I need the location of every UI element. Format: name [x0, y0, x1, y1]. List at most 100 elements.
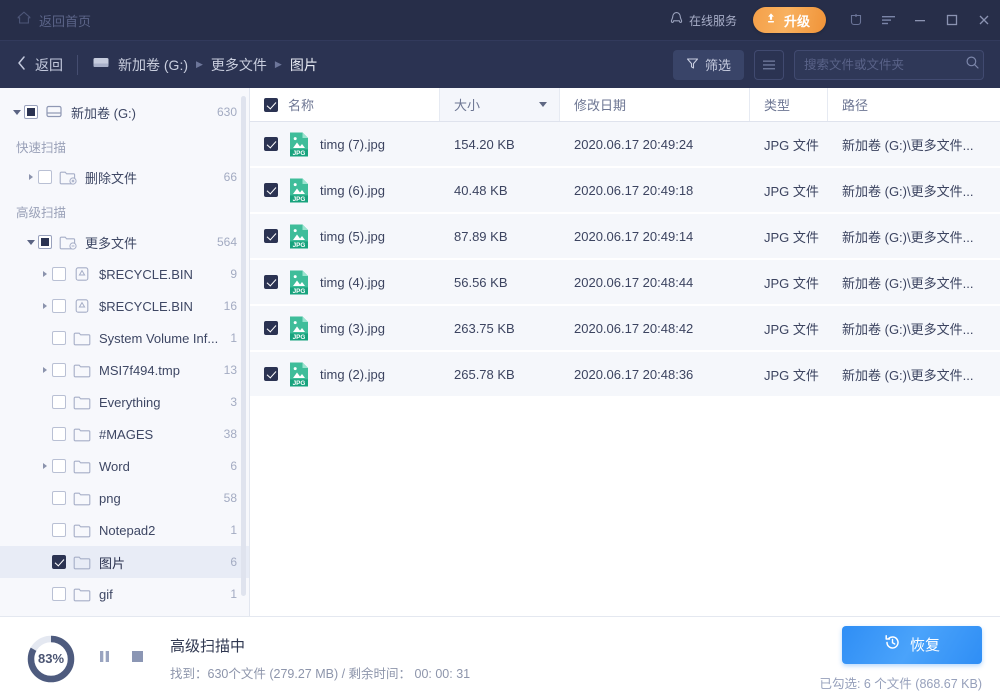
close-icon[interactable]: [968, 0, 1000, 40]
sidebar-item-word[interactable]: Word6: [0, 450, 249, 482]
cell-date: 2020.06.17 20:48:44: [560, 275, 750, 290]
row-checkbox[interactable]: [264, 275, 278, 289]
sidebar-item-recyclebin[interactable]: $RECYCLE.BIN16: [0, 290, 249, 322]
sidebar-item-图片[interactable]: 图片6: [0, 546, 249, 578]
stop-icon[interactable]: [131, 650, 144, 668]
menu-icon[interactable]: [872, 0, 904, 40]
row-checkbox[interactable]: [264, 183, 278, 197]
tree-checkbox[interactable]: [52, 267, 66, 281]
tree-toggle[interactable]: [38, 367, 52, 373]
app-window: 返回首页 在线服务 升级: [0, 0, 1000, 700]
cell-name: JPGtimg (4).jpg: [250, 269, 440, 295]
tree-toggle[interactable]: [38, 463, 52, 469]
table-row[interactable]: JPGtimg (6).jpg40.48 KB2020.06.17 20:49:…: [250, 168, 1000, 214]
folder-icon: [73, 394, 91, 410]
home-button[interactable]: 返回首页: [16, 10, 91, 31]
recover-button-label: 恢复: [910, 634, 940, 655]
row-checkbox[interactable]: [264, 367, 278, 381]
sidebar-item-everything[interactable]: Everything3: [0, 386, 249, 418]
tree-checkbox[interactable]: [52, 331, 66, 345]
nav-divider: [77, 55, 78, 75]
sidebar-item-count: 564: [217, 235, 237, 249]
sidebar-item-recyclebin[interactable]: $RECYCLE.BIN9: [0, 258, 249, 290]
tree-checkbox[interactable]: [52, 555, 66, 569]
tree-checkbox[interactable]: [24, 105, 38, 119]
row-checkbox[interactable]: [264, 137, 278, 151]
filter-button[interactable]: 筛选: [673, 50, 744, 80]
breadcrumb-item-0[interactable]: 新加卷 (G:): [118, 55, 188, 75]
tree-checkbox[interactable]: [52, 299, 66, 313]
sidebar-item-msi7f494tmp[interactable]: MSI7f494.tmp13: [0, 354, 249, 386]
breadcrumb-item-1[interactable]: 更多文件: [211, 55, 267, 75]
cell-type: JPG 文件: [750, 319, 828, 338]
tree-toggle[interactable]: [38, 271, 52, 277]
row-checkbox[interactable]: [264, 229, 278, 243]
sidebar-item-jpg[interactable]: jpg39: [0, 610, 249, 616]
upgrade-button[interactable]: 升级: [753, 7, 826, 33]
tree-checkbox[interactable]: [38, 235, 52, 249]
status-subtitle: 找到：630个文件 (279.27 MB) / 剩余时间： 00: 00: 31: [170, 663, 470, 682]
tree-checkbox[interactable]: [52, 459, 66, 473]
cell-size: 40.48 KB: [440, 183, 560, 198]
table-row[interactable]: JPGtimg (2).jpg265.78 KB2020.06.17 20:48…: [250, 352, 1000, 398]
recycle-icon: [73, 266, 91, 282]
table-row[interactable]: JPGtimg (4).jpg56.56 KB2020.06.17 20:48:…: [250, 260, 1000, 306]
table-row[interactable]: JPGtimg (5).jpg87.89 KB2020.06.17 20:49:…: [250, 214, 1000, 260]
sidebar-item-png[interactable]: png58: [0, 482, 249, 514]
sidebar-item-label: gif: [99, 587, 222, 602]
tree-checkbox[interactable]: [52, 523, 66, 537]
tree-checkbox[interactable]: [52, 395, 66, 409]
cell-type: JPG 文件: [750, 135, 828, 154]
tree-toggle[interactable]: [38, 303, 52, 309]
select-all-checkbox[interactable]: [264, 98, 278, 112]
list-view-icon[interactable]: [754, 50, 784, 80]
column-header-path[interactable]: 路径: [828, 88, 1000, 121]
status-right-group: 恢复 已勾选: 6 个文件 (868.67 KB): [819, 626, 982, 692]
tree-checkbox[interactable]: [52, 363, 66, 377]
column-header-size[interactable]: 大小: [440, 88, 560, 121]
tree-checkbox[interactable]: [52, 427, 66, 441]
sidebar-item-更多文件[interactable]: 更多文件564: [0, 226, 249, 258]
sidebar-item-mages[interactable]: #MAGES38: [0, 418, 249, 450]
sidebar-item-notepad2[interactable]: Notepad21: [0, 514, 249, 546]
cell-size: 87.89 KB: [440, 229, 560, 244]
search-input[interactable]: [804, 58, 965, 72]
svg-text:JPG: JPG: [293, 196, 306, 203]
search-box[interactable]: [794, 50, 984, 80]
row-checkbox[interactable]: [264, 321, 278, 335]
sidebar-tree[interactable]: 新加卷 (G:)630快速扫描删除文件66高级扫描更多文件564$RECYCLE…: [0, 88, 250, 616]
feedback-icon[interactable]: [840, 0, 872, 40]
tree-toggle[interactable]: [24, 240, 38, 245]
tree-checkbox[interactable]: [52, 587, 66, 601]
sidebar-item-删除文件[interactable]: 删除文件66: [0, 161, 249, 193]
cell-date: 2020.06.17 20:48:36: [560, 367, 750, 382]
column-header-type[interactable]: 类型: [750, 88, 828, 121]
sort-descending-icon[interactable]: [539, 102, 547, 107]
pause-icon[interactable]: [98, 649, 111, 669]
drive-icon: [45, 104, 63, 120]
cell-name: JPGtimg (3).jpg: [250, 315, 440, 341]
sidebar-item-gif[interactable]: gif1: [0, 578, 249, 610]
tree-toggle[interactable]: [24, 174, 38, 180]
home-button-label: 返回首页: [39, 11, 91, 30]
column-header-name[interactable]: 名称: [250, 88, 440, 121]
search-icon[interactable]: [965, 55, 980, 75]
home-icon: [16, 10, 32, 31]
column-header-label: 类型: [764, 95, 790, 114]
table-row[interactable]: JPGtimg (3).jpg263.75 KB2020.06.17 20:48…: [250, 306, 1000, 352]
sidebar-item-root[interactable]: 新加卷 (G:)630: [0, 96, 249, 128]
back-button[interactable]: 返回: [16, 55, 63, 75]
breadcrumb-item-2[interactable]: 图片: [290, 55, 318, 75]
online-service-button[interactable]: 在线服务: [669, 11, 737, 30]
sidebar-item-systemvolumeinf[interactable]: System Volume Inf...1: [0, 322, 249, 354]
tree-toggle[interactable]: [10, 110, 24, 115]
table-row[interactable]: JPGtimg (7).jpg154.20 KB2020.06.17 20:49…: [250, 122, 1000, 168]
recover-button[interactable]: 恢复: [842, 626, 982, 664]
minimize-icon[interactable]: [904, 0, 936, 40]
maximize-icon[interactable]: [936, 0, 968, 40]
sidebar-scrollbar[interactable]: [241, 96, 246, 596]
tree-checkbox[interactable]: [38, 170, 52, 184]
sidebar-item-count: 66: [224, 170, 237, 184]
column-header-date[interactable]: 修改日期: [560, 88, 750, 121]
tree-checkbox[interactable]: [52, 491, 66, 505]
